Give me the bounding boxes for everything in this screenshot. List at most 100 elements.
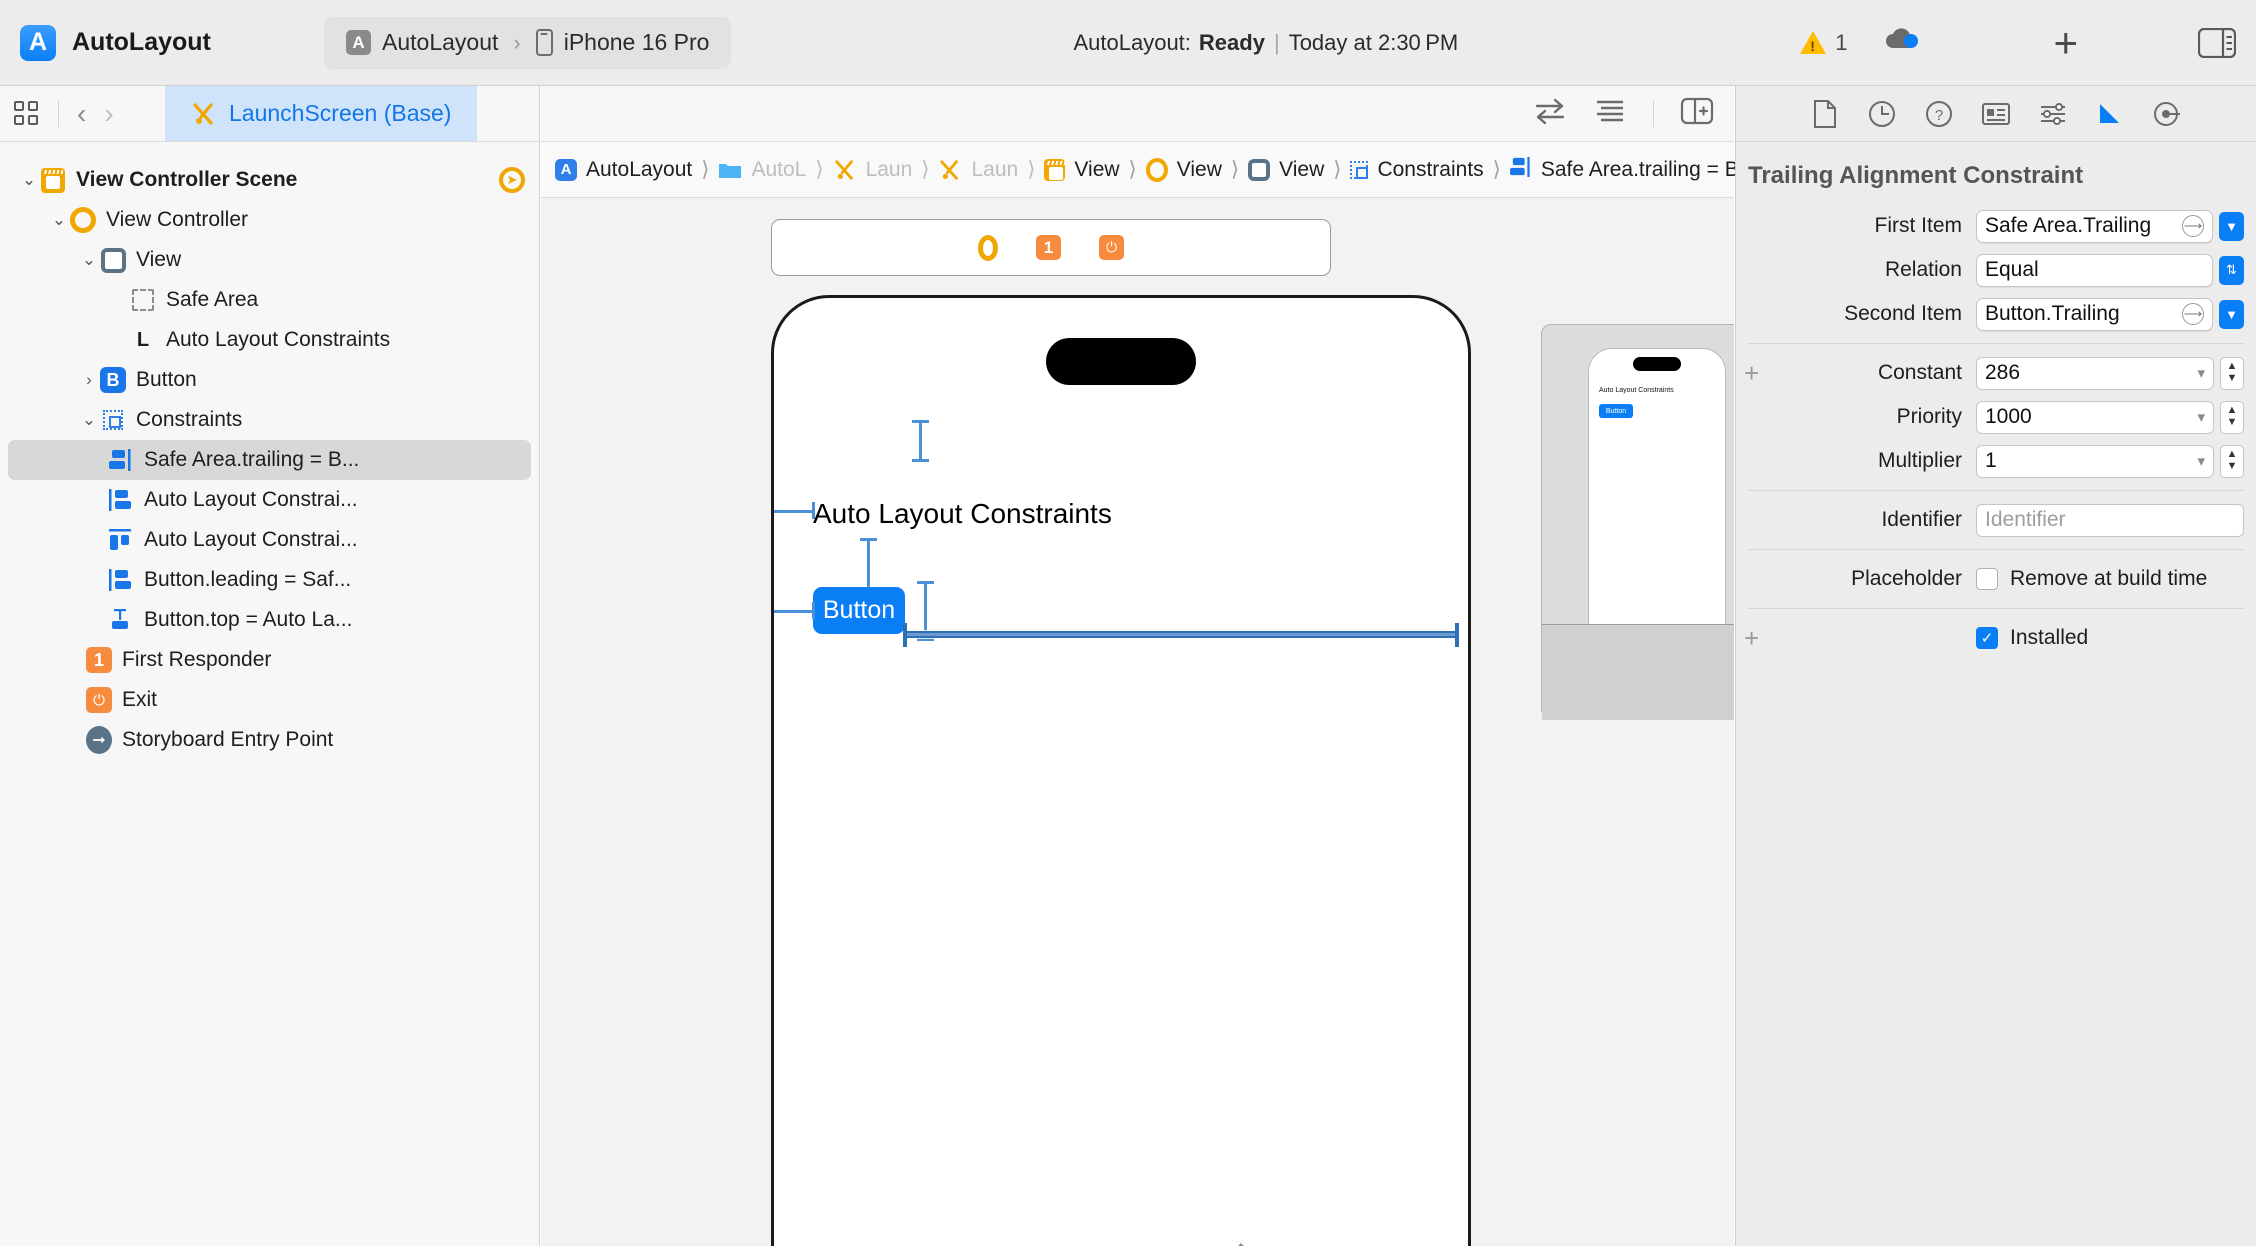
first-item-dropdown-chevron[interactable]: ▼: [2219, 211, 2244, 241]
outline-row-storyboard-entry-point[interactable]: ➞ Storyboard Entry Point: [0, 720, 539, 760]
add-variation-button[interactable]: +: [1744, 358, 1759, 389]
disclosure-triangle[interactable]: ⌄: [48, 210, 70, 230]
right-sidebar-toggle-icon[interactable]: [2197, 27, 2237, 58]
outline-row-constraint[interactable]: Button.top = Auto La...: [0, 600, 539, 640]
canvas-label-auto-layout-constraints[interactable]: Auto Layout Constraints: [813, 498, 1112, 530]
add-installed-variation-button[interactable]: +: [1744, 623, 1759, 654]
relation-stepper-chevron[interactable]: ⇅: [2219, 255, 2244, 285]
chevron-down-icon[interactable]: ▾: [2197, 452, 2205, 470]
constant-stepper[interactable]: ▲ ▼: [2220, 356, 2244, 390]
outline-row-constraint[interactable]: Auto Layout Constrai...: [0, 520, 539, 560]
chevron-down-icon[interactable]: ▾: [2197, 364, 2205, 382]
multiplier-input[interactable]: 1 ▾: [1976, 444, 2214, 478]
second-item-dropdown-chevron[interactable]: ▼: [2219, 299, 2244, 329]
device-canvas-iphone[interactable]: Auto Layout Constraints Button: [771, 295, 1471, 1246]
relation-label: Relation: [1884, 258, 1962, 281]
disclosure-triangle[interactable]: ›: [78, 370, 100, 390]
multiplier-label: Multiplier: [1877, 449, 1962, 472]
identifier-input[interactable]: Identifier: [1976, 503, 2244, 537]
constraint-cap: [917, 581, 934, 584]
navigator-grid-icon[interactable]: [14, 100, 40, 127]
jump-bar-item-constraints[interactable]: Constraints: [1350, 158, 1484, 182]
relation-row: Relation Equal ⇅: [1736, 248, 2256, 292]
reveal-arrow-icon[interactable]: ⟶: [2182, 303, 2204, 325]
outline-row-view-controller-scene[interactable]: ⌄ View Controller Scene ➤: [0, 160, 539, 200]
editor-area: A AutoLayout ⟩ AutoL ⟩ Laun ⟩ Laun ⟩ Vie…: [541, 86, 1986, 1246]
dock-view-controller-icon[interactable]: [978, 234, 998, 261]
scheme-project-label[interactable]: AutoLayout: [382, 29, 498, 56]
outline-row-first-responder[interactable]: 1 First Responder: [0, 640, 539, 680]
second-item-value: Button.Trailing: [1985, 302, 2120, 325]
project-icon: A: [346, 30, 371, 55]
priority-input[interactable]: 1000 ▾: [1976, 400, 2214, 434]
jump-bar-label: View: [1279, 157, 1325, 181]
first-item-field[interactable]: Safe Area.Trailing ⟶: [1976, 209, 2213, 243]
multiplier-value: 1: [1985, 449, 1997, 472]
relation-select[interactable]: Equal: [1976, 253, 2213, 287]
jump-bar-item-view-controller[interactable]: View: [1145, 157, 1222, 182]
forward-button[interactable]: ›: [104, 98, 113, 130]
scheme-selector[interactable]: A AutoLayout › iPhone 16 Pro: [324, 16, 732, 69]
align-lines-icon[interactable]: [1593, 97, 1627, 130]
scene-dock[interactable]: 1: [771, 219, 1331, 276]
canvas-button[interactable]: Button: [813, 587, 905, 634]
dock-exit-icon[interactable]: [1099, 235, 1124, 260]
identity-inspector-icon[interactable]: [1981, 99, 2011, 129]
reveal-arrow-icon[interactable]: ⟶: [2182, 215, 2204, 237]
size-inspector-icon[interactable]: [2095, 99, 2125, 129]
entry-point-badge[interactable]: ➤: [499, 167, 525, 193]
remove-at-build-time-checkbox[interactable]: [1976, 568, 1998, 590]
outline-row-constraint[interactable]: Auto Layout Constrai...: [0, 480, 539, 520]
outline-row-view[interactable]: ⌄ View: [0, 240, 539, 280]
warning-indicator[interactable]: 1: [1800, 30, 1847, 56]
jump-bar-item-scene[interactable]: View: [1044, 158, 1120, 182]
scheme-destination-label[interactable]: iPhone 16 Pro: [564, 29, 710, 56]
constraint-guide-label-leading: [774, 510, 814, 513]
constant-input[interactable]: 286 ▾: [1976, 356, 2214, 390]
jump-bar-label: Laun: [865, 157, 913, 181]
history-inspector-icon[interactable]: [1867, 99, 1897, 129]
outline-row-constraint[interactable]: Button.leading = Saf...: [0, 560, 539, 600]
outline-row-exit[interactable]: Exit: [0, 680, 539, 720]
attributes-inspector-icon[interactable]: [2038, 99, 2068, 129]
disclosure-triangle[interactable]: ⌄: [78, 250, 100, 270]
outline-row-constraints[interactable]: ⌄ Constraints: [0, 400, 539, 440]
jump-bar-item-folder[interactable]: AutoL: [718, 158, 806, 182]
outline-row-button[interactable]: › B Button: [0, 360, 539, 400]
button-icon: B: [100, 367, 126, 393]
installed-checkbox[interactable]: ✓: [1976, 627, 1998, 649]
disclosure-triangle[interactable]: ⌄: [78, 410, 100, 430]
jump-bar-separator: ⟩: [815, 158, 824, 181]
jump-bar-item-storyboard[interactable]: Laun: [833, 157, 913, 182]
jump-bar-label: AutoL: [751, 157, 807, 181]
back-button[interactable]: ‹: [77, 98, 86, 130]
multiplier-stepper[interactable]: ▲ ▼: [2220, 444, 2244, 478]
outline-row-label[interactable]: L Auto Layout Constraints: [0, 320, 539, 360]
jump-bar-item-project[interactable]: A AutoLayout: [555, 158, 692, 182]
chevron-down-icon[interactable]: ▾: [2197, 408, 2205, 426]
selected-trailing-constraint-line[interactable]: [905, 631, 1457, 638]
priority-stepper[interactable]: ▲ ▼: [2220, 400, 2244, 434]
add-button[interactable]: +: [2053, 21, 2078, 64]
editor-tab-launchscreen[interactable]: LaunchScreen (Base): [165, 86, 478, 141]
constraint-guide-top-label: [919, 420, 922, 462]
outline-row-safe-area[interactable]: Safe Area: [0, 280, 539, 320]
cloud-status-icon[interactable]: [1883, 26, 1923, 59]
device-preview[interactable]: Auto Layout Constraints Button: [1541, 324, 1734, 720]
outline-row-view-controller[interactable]: ⌄ View Controller: [0, 200, 539, 240]
dock-first-responder-icon[interactable]: 1: [1036, 235, 1061, 260]
outline-label: First Responder: [122, 648, 272, 671]
storyboard-entry-point-icon: ➞: [86, 726, 112, 754]
interface-builder-canvas[interactable]: 1 Auto Layout Constraints Button: [541, 199, 1734, 1246]
second-item-field[interactable]: Button.Trailing ⟶: [1976, 297, 2213, 331]
svg-text:?: ?: [1935, 107, 1943, 124]
outline-row-constraint-selected[interactable]: Safe Area.trailing = B...: [8, 440, 531, 480]
connections-inspector-icon[interactable]: [2152, 99, 2182, 129]
file-inspector-icon[interactable]: [1810, 99, 1840, 129]
quick-help-inspector-icon[interactable]: ?: [1924, 99, 1954, 129]
swap-arrows-icon[interactable]: [1533, 97, 1567, 130]
jump-bar-item-view[interactable]: View: [1248, 158, 1324, 182]
disclosure-triangle[interactable]: ⌄: [18, 170, 40, 190]
add-editor-icon[interactable]: [1680, 96, 1714, 131]
jump-bar-item-storyboard-base[interactable]: Laun: [938, 158, 1018, 182]
